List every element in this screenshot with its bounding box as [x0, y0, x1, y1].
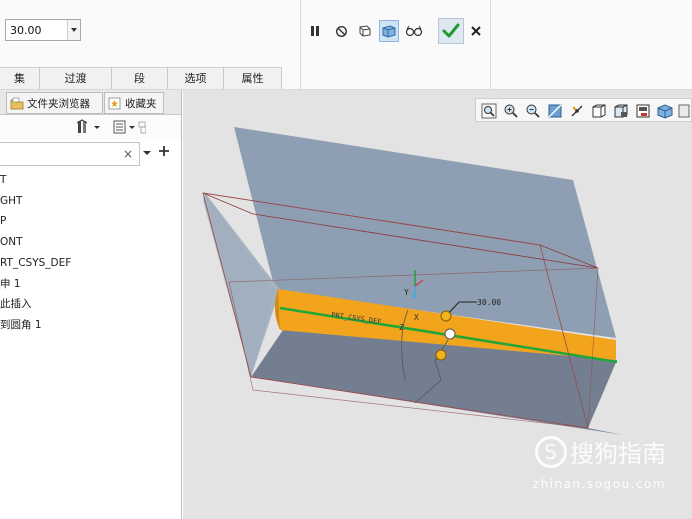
tab-favorites[interactable]: 收藏夹: [104, 92, 164, 114]
clear-search-icon[interactable]: ×: [123, 147, 133, 161]
cancel-button[interactable]: [466, 20, 486, 42]
tree-item[interactable]: 申 1: [0, 274, 21, 294]
watermark-logo-icon: S: [534, 435, 567, 468]
pause-button[interactable]: [305, 20, 325, 42]
favorites-icon: [108, 97, 122, 110]
verify-preview-icon: [382, 25, 396, 38]
watermark-brand-text: 搜狗指南: [570, 440, 666, 468]
glasses-icon: [405, 25, 423, 37]
tree-item[interactable]: 到圆角 1: [0, 315, 42, 335]
close-icon: [471, 26, 481, 36]
ribbon-separator: [300, 0, 301, 90]
watermark-brand: S 搜狗指南: [534, 434, 666, 469]
tab-transitions[interactable]: 过渡: [40, 67, 112, 89]
csys-x-label: X: [414, 313, 419, 322]
anchor-handle: [435, 349, 447, 361]
tree-item[interactable]: GHT: [0, 191, 22, 211]
pause-icon: [311, 26, 319, 36]
tools-icon: [76, 119, 100, 133]
tab-properties[interactable]: 属性: [224, 67, 282, 89]
checkmark-icon: [442, 23, 460, 38]
chevron-down-icon: [143, 151, 151, 155]
tree-item[interactable]: T: [0, 170, 6, 190]
no-preview-button[interactable]: [331, 20, 351, 42]
navigator-search-input[interactable]: ×: [0, 142, 140, 166]
tab-folder-browser[interactable]: 文件夹浏览器: [6, 92, 103, 114]
tab-sets[interactable]: 集: [0, 67, 40, 89]
radius-value[interactable]: 30.00: [10, 24, 42, 37]
geometry-preview-button[interactable]: [355, 20, 375, 42]
radius-dropdown-button[interactable]: [67, 20, 80, 40]
model-navigator: 文件夹浏览器 收藏夹 × T GHT P ONT RT_CSYS_DEF 申 1…: [0, 90, 182, 519]
radius-drag-handle: [440, 310, 452, 322]
no-preview-icon: [335, 25, 347, 37]
position-handle: [444, 328, 456, 340]
tree-item[interactable]: P: [0, 211, 6, 231]
csys-y-label: Y: [404, 288, 409, 297]
dimension-label: 30.00: [477, 298, 501, 307]
show-menu-button[interactable]: [112, 119, 147, 138]
list-view-icon: [113, 120, 147, 134]
watermark-url: zhinan.sogou.com: [532, 477, 666, 491]
tree-item[interactable]: ONT: [0, 232, 23, 252]
geometry-preview-icon: [359, 25, 371, 37]
search-filter-dropdown[interactable]: [142, 148, 152, 161]
folder-browser-icon: [10, 97, 24, 110]
tab-favorites-label: 收藏夹: [125, 97, 157, 110]
radius-input[interactable]: 30.00: [5, 19, 81, 41]
plus-icon: [159, 146, 169, 156]
navigator-tabs: 文件夹浏览器 收藏夹: [0, 90, 181, 115]
tab-folder-browser-label: 文件夹浏览器: [27, 97, 90, 110]
feature-tabs: 集 过渡 段 选项 属性: [0, 67, 282, 89]
ribbon: 30.00 集 过渡 段 选项 属性: [0, 0, 692, 90]
app-window: { "ribbon": { "radius_value": "30.00" },…: [0, 0, 692, 519]
verify-preview-button[interactable]: [379, 20, 399, 42]
tab-options[interactable]: 选项: [168, 67, 224, 89]
ribbon-separator: [490, 0, 491, 90]
tab-pieces[interactable]: 段: [112, 67, 168, 89]
glasses-preview-button[interactable]: [404, 20, 424, 42]
add-search-button[interactable]: [158, 145, 170, 160]
settings-tool-button[interactable]: [76, 119, 102, 138]
tree-item[interactable]: 此插入: [0, 294, 32, 314]
ok-button[interactable]: [438, 18, 464, 44]
tree-item[interactable]: RT_CSYS_DEF: [0, 253, 71, 273]
navigator-toolbar: [0, 115, 181, 139]
